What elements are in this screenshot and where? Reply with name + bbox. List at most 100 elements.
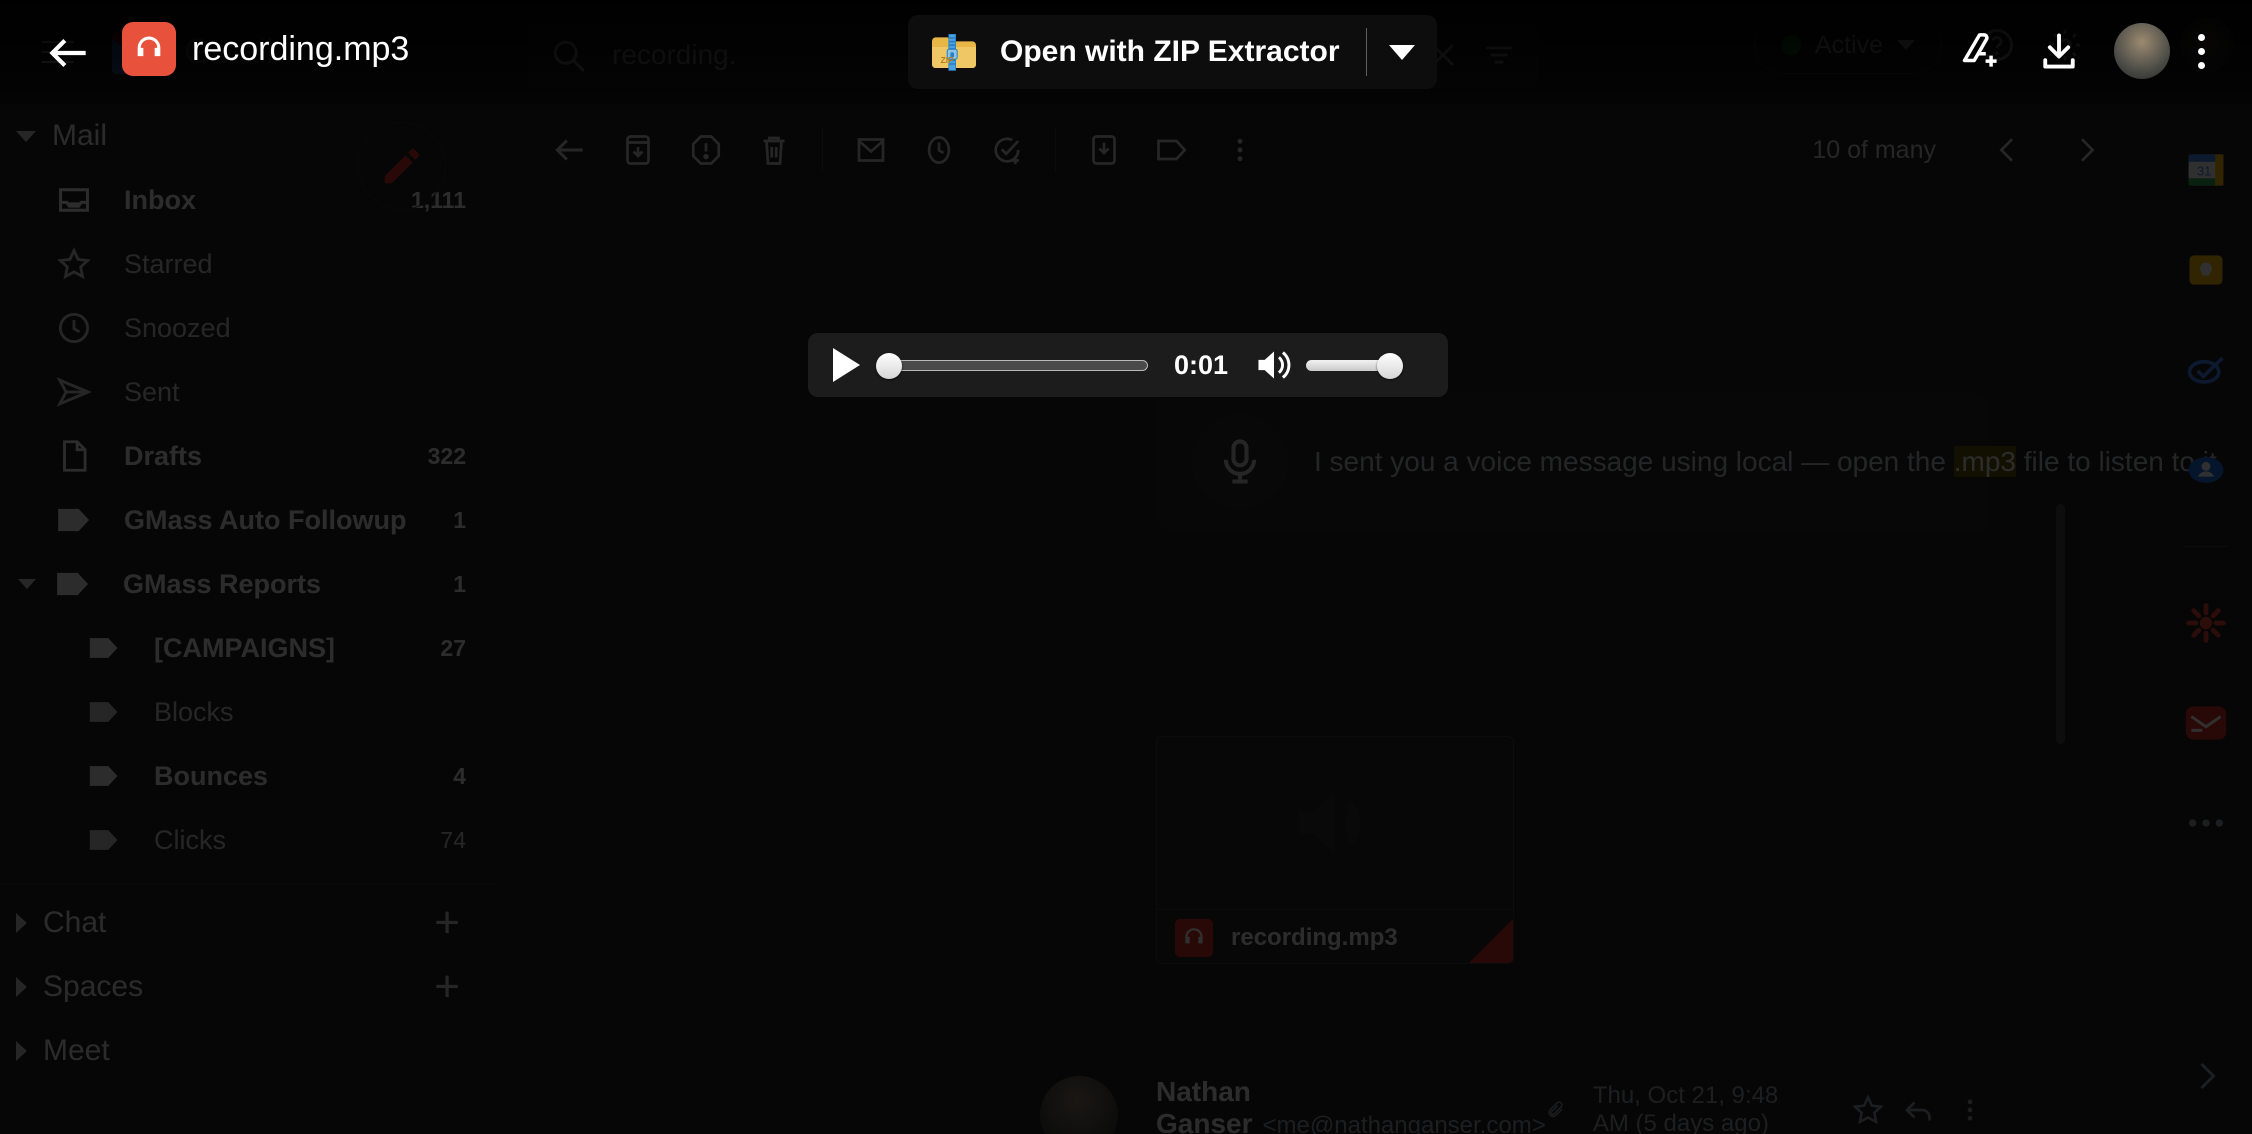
sidebar-item-snoozed[interactable]: Snoozed [0, 296, 500, 360]
seek-slider[interactable] [876, 353, 1148, 379]
sidebar-section-label: Meet [43, 1034, 110, 1067]
toolbar-divider [822, 129, 823, 171]
pencil-icon [384, 148, 420, 184]
attachment-card[interactable]: recording.mp3 [1156, 736, 1514, 964]
notice-text-before: I sent you a voice message using local [1314, 446, 1794, 477]
gmass-settings-icon[interactable] [2182, 599, 2230, 647]
sender-email: <me@nathanganser.com> [1262, 1112, 1546, 1134]
scrollbar[interactable] [2056, 504, 2065, 744]
download-icon[interactable] [2022, 14, 2096, 88]
snooze-icon[interactable] [905, 116, 973, 184]
open-with-zip-extractor-button[interactable]: ZIP Open with ZIP Extractor [908, 15, 1437, 89]
message-date: Thu, Oct 21, 9:48 AM (5 days ago) [1592, 1082, 1779, 1134]
microphone-icon [1192, 414, 1288, 510]
chevron-right-icon[interactable] [2052, 116, 2120, 184]
save-to-drive-icon[interactable] [1944, 14, 2018, 88]
svg-text:ZIP: ZIP [941, 55, 954, 65]
sidebar-item-sent[interactable]: Sent [0, 360, 500, 424]
label-icon [51, 562, 95, 606]
chevron-right-icon [16, 1041, 27, 1061]
label-icon [82, 818, 126, 862]
sidebar-divider [0, 884, 500, 885]
sidebar-item-count: 1 [453, 570, 466, 597]
attachment-filename: recording.mp3 [1231, 923, 1398, 951]
attachment-preview[interactable] [1157, 737, 1513, 909]
star-icon[interactable] [1848, 1076, 1889, 1134]
calendar-icon[interactable]: 31 [2182, 146, 2230, 194]
label-icon[interactable] [1138, 116, 1206, 184]
sidebar-item-label: GMass Auto Followup [124, 504, 407, 535]
chevron-right-icon [16, 913, 27, 933]
add-space-icon[interactable]: + [434, 965, 460, 1009]
sidebar-item-starred[interactable]: Starred [0, 232, 500, 296]
audio-player[interactable]: 0:01 [808, 333, 1448, 397]
compose-button[interactable] [358, 122, 446, 210]
more-vertical-icon[interactable] [1206, 116, 1274, 184]
seek-thumb[interactable] [876, 353, 902, 379]
play-button[interactable] [824, 343, 868, 387]
headphones-icon [122, 22, 176, 76]
label-icon [82, 754, 126, 798]
volume-slider[interactable] [1306, 353, 1404, 379]
send-icon [52, 370, 96, 414]
back-icon[interactable] [536, 116, 604, 184]
sidebar-section-meet[interactable]: Meet [0, 1019, 500, 1083]
gmass-mail-icon[interactable] [2182, 699, 2230, 747]
sidebar-item-gmass-auto-followup[interactable]: GMass Auto Followup 1 [0, 488, 500, 552]
zip-folder-icon: ZIP [928, 26, 980, 78]
sidebar-item-label: Bounces [154, 760, 269, 791]
label-icon [82, 690, 126, 734]
add-to-tasks-icon[interactable] [973, 116, 1041, 184]
draft-icon [52, 434, 96, 478]
message-header: Nathan Ganser<me@nathanganser.com> to mi… [1040, 1076, 1990, 1134]
sidebar-item-drafts[interactable]: Drafts 322 [0, 424, 500, 488]
sidebar-item-blocks[interactable]: Blocks [0, 680, 500, 744]
label-icon [52, 498, 96, 542]
more-vertical-icon[interactable] [2174, 33, 2228, 69]
chevron-down-icon[interactable] [1367, 44, 1437, 60]
chevron-down-icon[interactable] [18, 579, 36, 589]
tasks-icon[interactable] [2182, 346, 2230, 394]
expand-panel-icon[interactable] [2182, 1052, 2230, 1100]
volume-high-icon[interactable] [1252, 345, 1296, 385]
sidebar-item-clicks[interactable]: Clicks 74 [0, 808, 500, 872]
reading-pane: 10 of many I sent you a voice message us… [500, 104, 2225, 1134]
sidebar-item-gmass-reports[interactable]: GMass Reports 1 [0, 552, 500, 616]
chevron-left-icon[interactable] [1974, 116, 2042, 184]
avatar[interactable] [2114, 23, 2170, 79]
sidebar-item-label: [CAMPAIGNS] [154, 632, 335, 663]
rail-divider [2184, 546, 2228, 547]
sidebar-item-campaigns[interactable]: [CAMPAIGNS] 27 [0, 616, 500, 680]
lightbox-actions [1944, 14, 2228, 88]
message-toolbar: 10 of many [500, 104, 2160, 196]
sidebar-item-label: Drafts [124, 440, 203, 471]
more-vertical-icon[interactable] [1949, 1076, 1990, 1134]
sidebar-section-spaces[interactable]: Spaces + [0, 955, 500, 1019]
mark-unread-icon[interactable] [837, 116, 905, 184]
archive-icon[interactable] [604, 116, 672, 184]
sidebar-section-chat[interactable]: Chat + [0, 891, 500, 955]
label-icon [82, 626, 126, 670]
sidebar-section-label: Chat [43, 906, 107, 939]
chevron-down-icon [16, 130, 36, 142]
more-horizontal-icon[interactable] [2182, 799, 2230, 847]
sidebar: Mail Inbox 1,111 Starred Snoozed Sent Dr… [0, 104, 500, 1134]
back-arrow-icon[interactable] [40, 24, 98, 82]
sidebar-item-bounces[interactable]: Bounces 4 [0, 744, 500, 808]
reply-icon[interactable] [1899, 1076, 1940, 1134]
sender-name-row: Nathan Ganser <me@nathanganser.com> [1156, 1076, 1546, 1134]
side-panel-rail: 31 [2160, 104, 2252, 1134]
sidebar-item-label: Clicks [154, 824, 226, 855]
volume-thumb[interactable] [1377, 353, 1404, 379]
avatar[interactable] [1040, 1076, 1118, 1134]
move-to-icon[interactable] [1070, 116, 1138, 184]
add-chat-icon[interactable]: + [434, 901, 460, 945]
pagination: 10 of many [1812, 116, 2160, 184]
delete-icon[interactable] [740, 116, 808, 184]
contacts-icon[interactable] [2182, 446, 2230, 494]
keep-icon[interactable] [2182, 246, 2230, 294]
inbox-icon [52, 178, 96, 222]
pagination-text: 10 of many [1812, 135, 1936, 164]
sender-name: Nathan Ganser [1156, 1076, 1253, 1134]
report-spam-icon[interactable] [672, 116, 740, 184]
